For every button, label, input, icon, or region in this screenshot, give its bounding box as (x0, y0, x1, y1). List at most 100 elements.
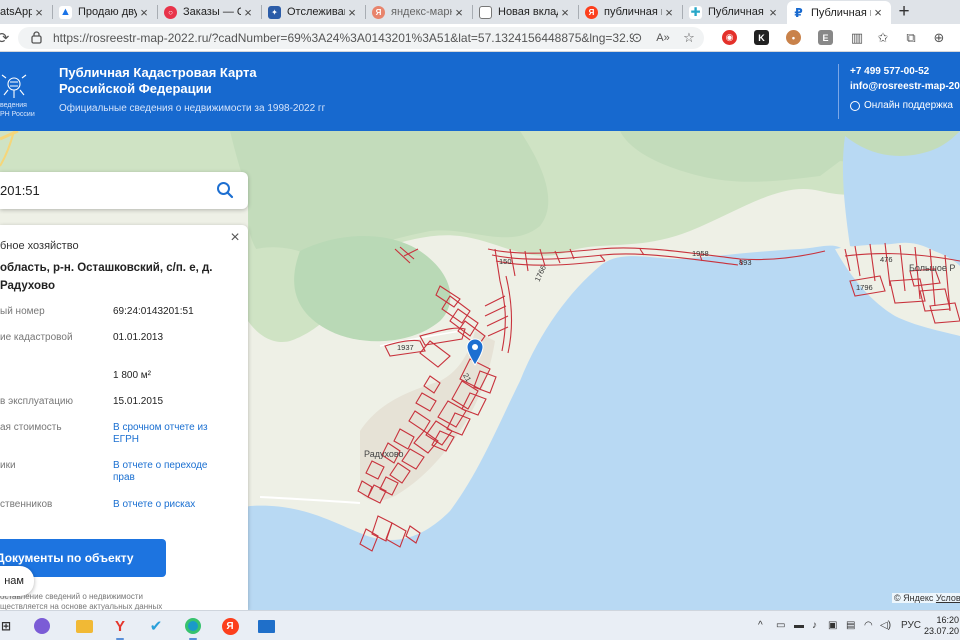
parcel-number: 1937 (397, 343, 414, 352)
tab-title: atsApp (0, 6, 32, 18)
risks-link[interactable]: В отчете о рисках (113, 499, 195, 511)
display-icon[interactable]: ▤ (846, 620, 855, 631)
extension-icon[interactable]: ◉ (722, 30, 737, 45)
edge-browser-icon[interactable] (183, 616, 203, 640)
favorite-add-icon[interactable]: ☆ (680, 29, 698, 47)
avito-icon: ▲ (59, 5, 72, 19)
location-icon[interactable]: ⊙ (628, 29, 646, 47)
tab-title: Публичная ка (811, 6, 871, 19)
file-explorer-icon[interactable] (74, 616, 94, 636)
extension-avatar-icon[interactable]: • (786, 30, 801, 45)
extension-k-icon[interactable]: K (754, 30, 769, 45)
close-icon[interactable]: × (871, 5, 885, 20)
lock-icon[interactable] (31, 31, 42, 44)
yandex-browser-icon[interactable]: Y (110, 616, 130, 640)
assistant-icon[interactable] (32, 616, 52, 636)
extension-e-icon[interactable]: E (818, 30, 833, 45)
ozon-icon: ○ (164, 5, 177, 19)
system-clock[interactable]: 16:20 23.07.20 (924, 615, 959, 637)
yandex-icon: Я (372, 5, 385, 19)
cadastral-value-link[interactable]: В срочном отчете из ЕГРН (113, 422, 213, 446)
land-use-type: бное хозяйство (0, 240, 79, 252)
battery-icon[interactable]: ▬ (794, 620, 804, 631)
close-icon[interactable]: × (137, 5, 151, 20)
split-screen-icon[interactable]: ▥ (848, 29, 866, 47)
newtab-icon (479, 5, 492, 19)
online-support-link[interactable]: Онлайн поддержка (850, 100, 953, 111)
close-icon[interactable]: × (452, 5, 466, 20)
tab-divider (472, 5, 473, 19)
browser-tab-active[interactable]: ₽ Публичная ка × (787, 1, 891, 24)
tab-divider (52, 5, 53, 19)
close-icon[interactable]: × (558, 5, 572, 20)
browser-tab[interactable]: ○ Заказы — OZ × (159, 1, 261, 23)
profile-icon[interactable]: ⊕ (930, 29, 948, 47)
close-icon[interactable]: × (32, 5, 46, 20)
chat-widget-button[interactable]: нам (0, 566, 34, 596)
parcel-number: 476 (880, 255, 893, 264)
documents-button-label: Документы по объекту (0, 551, 134, 565)
new-tab-button[interactable]: + (893, 1, 915, 23)
tab-title: Отслеживани (287, 6, 345, 18)
browser-tab[interactable]: ✚ Публичная ка × (684, 1, 786, 23)
field-label: ие кадастровой (0, 332, 73, 343)
owners-link[interactable]: В отчете о переходе прав (113, 460, 213, 484)
browser-tab[interactable]: atsApp × (0, 1, 52, 23)
windows-start-icon[interactable]: ⊞ (0, 616, 16, 636)
browser-tab[interactable]: ✦ Отслеживани × (263, 1, 365, 23)
map-icon: ₽ (792, 6, 805, 20)
map-pin-icon[interactable] (466, 338, 484, 366)
clock-date: 23.07.20 (924, 626, 960, 636)
parcel-number: 1958 (692, 249, 709, 258)
favorites-icon[interactable]: ✩ (874, 29, 892, 47)
object-info-panel: × бное хозяйство область, р-н. Осташковс… (0, 225, 248, 610)
tab-divider (578, 5, 579, 19)
village-label: Большое Р (909, 263, 956, 273)
read-aloud-icon[interactable]: A» (654, 29, 672, 47)
commissioning-date-value: 15.01.2015 (113, 396, 164, 407)
close-icon[interactable]: × (228, 230, 242, 246)
browser-tab[interactable]: Новая вкладк × (474, 1, 578, 23)
phone-link[interactable]: +7 499 577-00-52 (850, 66, 929, 77)
language-indicator[interactable]: РУС (901, 620, 921, 631)
collections-icon[interactable]: ⧉ (902, 29, 920, 47)
volume-icon[interactable]: ◁) (880, 620, 891, 631)
close-icon[interactable]: × (345, 5, 359, 20)
tab-title: Заказы — OZ (183, 6, 241, 18)
mail-icon[interactable] (256, 616, 276, 636)
browser-tab[interactable]: Я публичная ка × (580, 1, 682, 23)
wifi-icon[interactable]: ◠ (864, 620, 873, 631)
terms-link[interactable]: Условия (936, 593, 960, 603)
browser-tab[interactable]: ▲ Продаю двух × (54, 1, 157, 23)
clock-time: 16:20 (936, 615, 960, 625)
task-app-icon[interactable]: ✔ (146, 616, 166, 636)
map-icon: ✚ (689, 5, 702, 19)
close-icon[interactable]: × (766, 5, 780, 20)
site-subtitle: Официальные сведения о недвижимости за 1… (59, 103, 326, 114)
search-input[interactable]: 201:51 (0, 183, 40, 198)
object-address: область, р-н. Осташковский, с/п. е, д. Р… (0, 262, 213, 292)
microphone-icon[interactable]: ♪ (812, 620, 817, 631)
close-icon[interactable]: × (241, 5, 255, 20)
refresh-icon[interactable]: ⟳ (0, 29, 12, 47)
search-icon[interactable] (216, 181, 234, 199)
tab-title: яндекс-марке (391, 6, 452, 18)
tab-title: Публичная ка (708, 6, 766, 18)
village-label: Радухово (364, 449, 404, 459)
tray-clip-icon[interactable]: ▣ (828, 620, 837, 631)
field-label: в эксплуатацию (0, 396, 74, 407)
address-bar[interactable]: https://rosreestr-map-2022.ru/?cadNumber… (18, 27, 704, 49)
email-link[interactable]: info@rosreestr-map-2022 (850, 81, 960, 92)
site-title[interactable]: Публичная Кадастровая Карта Российской Ф… (59, 65, 299, 97)
url-text[interactable]: https://rosreestr-map-2022.ru/?cadNumber… (53, 31, 633, 45)
tab-divider (157, 5, 158, 19)
chevron-up-icon[interactable]: ^ (758, 620, 763, 631)
tray-app-icon[interactable]: ▭ (776, 620, 785, 631)
browser-tab[interactable]: Я яндекс-марке × (367, 1, 472, 23)
cadastral-search-box[interactable]: 201:51 (0, 172, 248, 209)
yandex-icon[interactable]: Я (220, 616, 240, 636)
parcel-number: 150 (499, 257, 512, 266)
tab-title: публичная ка (604, 6, 662, 18)
close-icon[interactable]: × (662, 5, 676, 20)
site-header: ведения РН России Публичная Кадастровая … (0, 52, 960, 131)
